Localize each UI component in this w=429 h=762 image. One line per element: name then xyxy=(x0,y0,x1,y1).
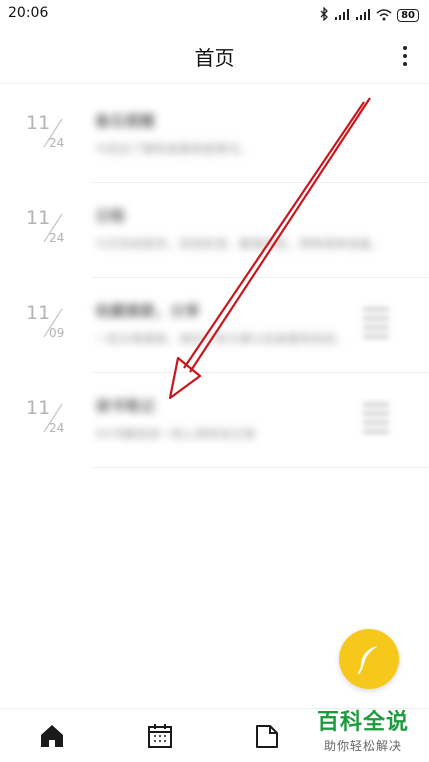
note-snippet: XX书籍阅读一些心得体会记录 xyxy=(95,427,256,441)
home-icon[interactable] xyxy=(39,723,65,749)
list-item[interactable]: 11 24 读书笔记 XX书籍阅读一些心得体会记录 xyxy=(0,373,429,468)
new-note-button[interactable] xyxy=(339,629,399,689)
status-time: 20:06 xyxy=(8,5,49,21)
list-item[interactable]: 11 24 日程 今天完成家务，收拾卧室，整理衣柜，购物清单准备。 xyxy=(0,183,429,278)
date-month: 24 xyxy=(49,421,65,435)
note-title: 收藏摘要，分享 xyxy=(95,302,201,320)
note-snippet: 一些文章摘录，保存下来方便以后查看和阅读。 xyxy=(95,332,348,346)
list-item[interactable]: 11 24 备忘提醒 今后应了解和查看家庭情况。 xyxy=(0,88,429,183)
note-snippet: 今天完成家务，收拾卧室，整理衣柜，购物清单准备。 xyxy=(95,237,384,251)
list-item[interactable]: 11 09 收藏摘要，分享 一些文章摘录，保存下来方便以后查看和阅读。 xyxy=(0,278,429,373)
watermark-sub: 助你轻松解决 xyxy=(323,739,402,753)
app-header: 首页 xyxy=(0,28,429,84)
battery-icon: 80 xyxy=(397,9,419,22)
signal-icon xyxy=(334,6,350,25)
bluetooth-icon xyxy=(320,6,329,24)
note-title: 读书笔记 xyxy=(95,397,156,415)
calendar-icon[interactable] xyxy=(147,723,173,749)
date-month: 24 xyxy=(49,231,65,245)
status-bar: 20:06 80 xyxy=(0,0,429,28)
note-thumbnail xyxy=(363,308,389,344)
watermark: 百科全说 助你轻松解决 xyxy=(305,704,421,754)
wifi-icon xyxy=(376,6,392,25)
watermark-main: 百科全说 xyxy=(316,710,409,735)
note-snippet: 今后应了解和查看家庭情况。 xyxy=(95,142,252,156)
page-title: 首页 xyxy=(194,46,235,70)
signal-icon xyxy=(355,6,371,25)
note-title: 日程 xyxy=(95,207,126,225)
note-list: 11 24 备忘提醒 今后应了解和查看家庭情况。 11 24 日程 今天完成家务… xyxy=(0,88,429,468)
status-icons: 80 xyxy=(320,6,419,25)
date-month: 24 xyxy=(49,136,65,150)
note-thumbnail xyxy=(363,403,389,439)
folder-icon[interactable] xyxy=(254,723,280,749)
more-vertical-icon[interactable] xyxy=(397,42,413,70)
date-month: 09 xyxy=(49,326,65,340)
note-title: 备忘提醒 xyxy=(95,112,156,130)
feather-icon xyxy=(358,645,379,674)
